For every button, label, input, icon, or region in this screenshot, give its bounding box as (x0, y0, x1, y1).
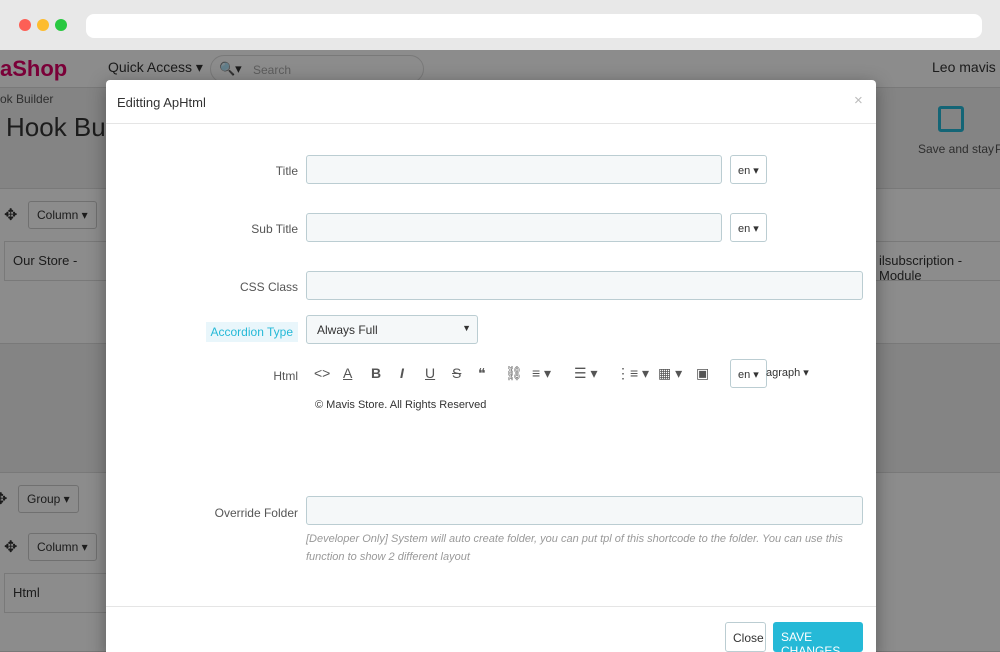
underline-icon[interactable]: U (425, 365, 435, 381)
html-label: Html (273, 369, 298, 383)
table-icon[interactable]: ▦ ▾ (658, 365, 682, 382)
override-folder-help: [Developer Only] System will auto create… (306, 533, 843, 563)
accordion-type-select[interactable]: Always Full ▼ (306, 315, 478, 344)
modal-footer: Close SAVE CHANGES (106, 606, 876, 652)
numbered-list-icon[interactable]: ⋮≡ ▾ (616, 365, 649, 382)
code-view-icon[interactable]: <> (314, 365, 330, 381)
title-label: Title (275, 164, 298, 178)
caret-down-icon: ▼ (462, 323, 471, 333)
image-icon[interactable]: ▣ (696, 365, 709, 382)
close-button[interactable]: Close (725, 622, 766, 652)
editor-toolbar: <> A B I U S ❝ ⛓ ≡ ▾ ☰ ▾ ⋮≡ ▾ ▦ ▾ ▣ (306, 359, 726, 389)
subtitle-input[interactable] (306, 213, 722, 242)
title-input[interactable] (306, 155, 722, 184)
subtitle-label: Sub Title (251, 222, 298, 236)
accordion-type-value: Always Full (317, 323, 378, 337)
html-lang-select[interactable]: en ▾ (730, 359, 767, 388)
link-icon[interactable]: ⛓ (505, 365, 523, 382)
edit-aphtml-modal: Editting ApHtml × Title en ▾ Sub Title e… (106, 80, 876, 652)
maximize-window-dot[interactable] (55, 19, 67, 31)
close-icon[interactable]: × (854, 92, 863, 109)
modal-header: Editting ApHtml × (106, 80, 876, 124)
subtitle-lang-select[interactable]: en ▾ (730, 213, 767, 242)
override-folder-label: Override Folder (214, 506, 298, 520)
accordion-type-label: Accordion Type (205, 322, 298, 342)
address-bar[interactable] (86, 14, 982, 38)
strikethrough-icon[interactable]: S (452, 365, 461, 381)
close-window-dot[interactable] (19, 19, 31, 31)
override-folder-input[interactable] (306, 496, 863, 525)
browser-chrome (0, 0, 1000, 50)
save-changes-button[interactable]: SAVE CHANGES (773, 622, 863, 652)
title-lang-select[interactable]: en ▾ (730, 155, 767, 184)
italic-icon[interactable]: I (400, 365, 404, 381)
modal-title: Editting ApHtml (117, 95, 206, 110)
css-class-label: CSS Class (239, 280, 298, 294)
minimize-window-dot[interactable] (37, 19, 49, 31)
font-color-icon[interactable]: A (343, 365, 352, 381)
css-class-input[interactable] (306, 271, 863, 300)
html-editor-content[interactable]: © Mavis Store. All Rights Reserved (315, 399, 486, 411)
quote-icon[interactable]: ❝ (478, 365, 486, 382)
align-icon[interactable]: ≡ ▾ (532, 365, 551, 382)
bold-icon[interactable]: B (371, 365, 381, 381)
bullet-list-icon[interactable]: ☰ ▾ (574, 365, 597, 382)
paragraph-format-dropdown[interactable]: agraph ▾ (766, 366, 809, 379)
